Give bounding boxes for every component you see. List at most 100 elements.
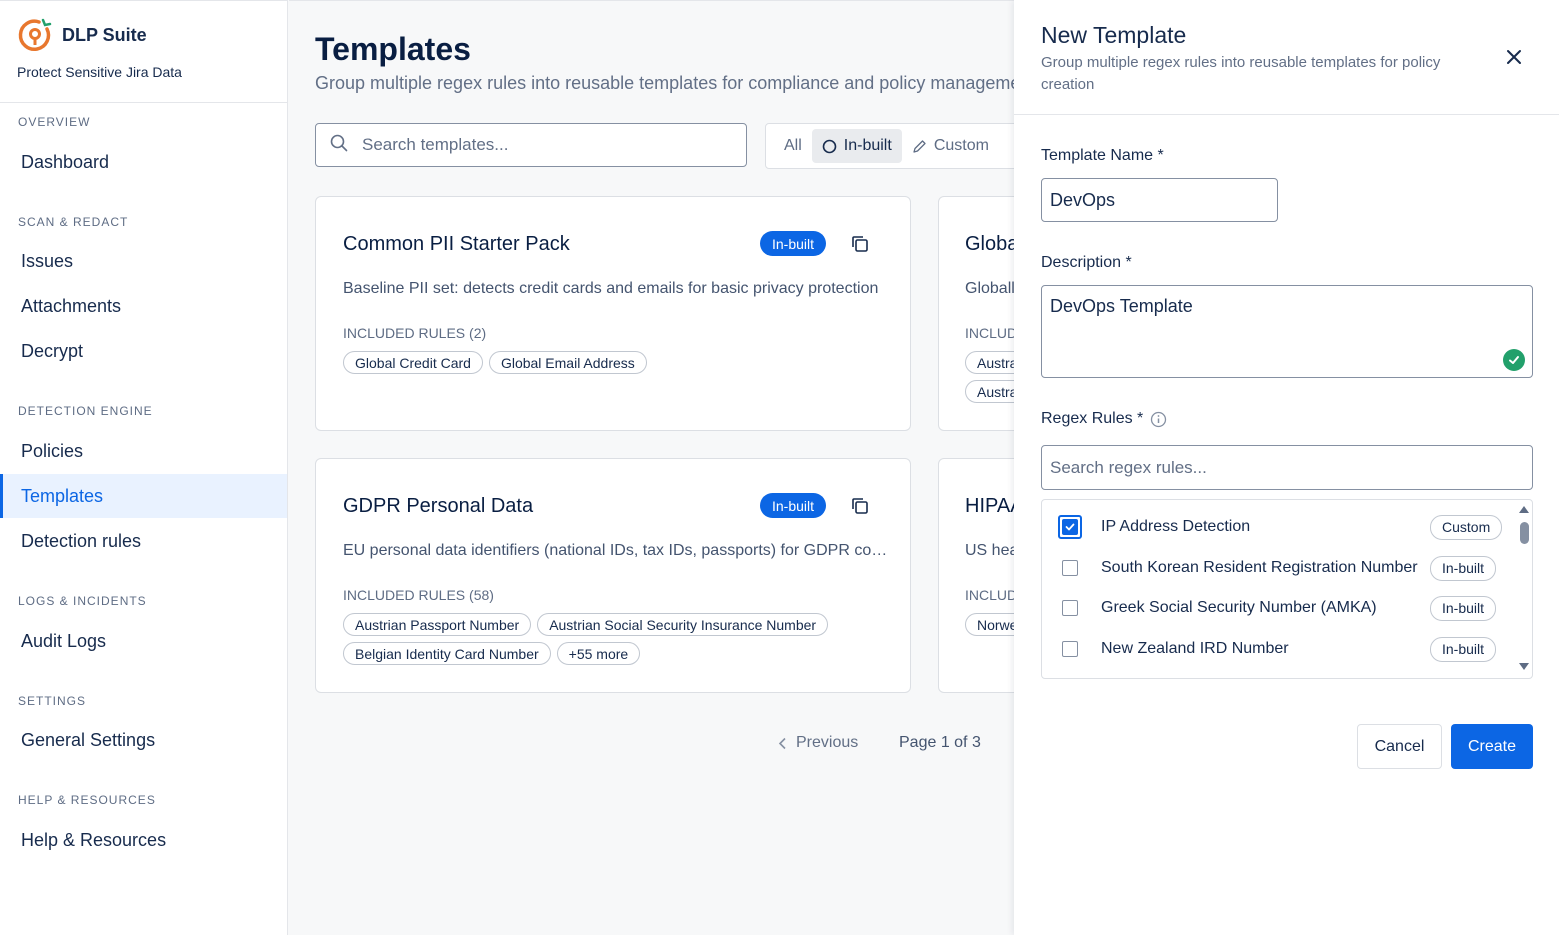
- copy-icon[interactable]: [849, 495, 871, 517]
- sidebar-item-dashboard[interactable]: Dashboard: [0, 140, 287, 184]
- regex-rules-label: Regex Rules *: [1041, 410, 1144, 427]
- rule-chip-list: Global Credit Card Global Email Address: [343, 351, 903, 374]
- rule-type-tag: Custom: [1430, 514, 1503, 540]
- template-search[interactable]: [315, 123, 747, 167]
- template-card-partial[interactable]: HIPAA US hea INCLUD Norwe: [938, 458, 1014, 693]
- section-logs-incidents: LOGS & INCIDENTS: [18, 594, 147, 608]
- create-button[interactable]: Create: [1451, 724, 1533, 769]
- template-card-title: GDPR Personal Data: [343, 495, 534, 517]
- regex-rule-row[interactable]: New Zealand IRD Number In-built: [1042, 629, 1512, 669]
- inbuilt-badge: In-built: [760, 493, 827, 518]
- app-subtitle: Protect Sensitive Jira Data: [17, 64, 182, 80]
- checkbox[interactable]: [1062, 641, 1078, 657]
- sidebar-item-general-settings[interactable]: General Settings: [0, 718, 287, 762]
- template-card-title: HIPAA: [965, 495, 1014, 517]
- template-card-description: Baseline PII set: detects credit cards a…: [343, 280, 879, 297]
- search-input[interactable]: [362, 135, 702, 155]
- page-indicator: Page 1 of 3: [899, 734, 981, 751]
- drawer-subtitle: Group multiple regex rules into reusable…: [1041, 54, 1441, 93]
- rule-type-tag: In-built: [1430, 636, 1497, 662]
- rule-chip: Belgian Identity Card Number: [343, 642, 551, 665]
- regex-rule-row[interactable]: Greek Social Security Number (AMKA) In-b…: [1042, 588, 1512, 628]
- included-rules-label: INCLUD: [965, 325, 1014, 341]
- template-card-description: EU personal data identifiers (national I…: [343, 542, 888, 559]
- rule-chip: Norwe: [965, 613, 1014, 636]
- page-title: Templates: [315, 31, 471, 67]
- filter-inbuilt[interactable]: In-built: [811, 129, 902, 163]
- template-name-input[interactable]: [1041, 178, 1278, 222]
- checkbox[interactable]: [1062, 560, 1078, 576]
- description-label: Description *: [1041, 254, 1132, 271]
- section-overview: OVERVIEW: [18, 115, 91, 129]
- regex-rule-row[interactable]: IP Address Detection Custom: [1042, 507, 1512, 547]
- rule-type-tag: In-built: [1430, 555, 1497, 581]
- more-rules-chip[interactable]: +55 more: [556, 642, 641, 665]
- sidebar-item-help-resources[interactable]: Help & Resources: [0, 818, 287, 862]
- section-scan-redact: SCAN & REDACT: [18, 215, 129, 229]
- sidebar-item-issues[interactable]: Issues: [0, 239, 287, 283]
- checkbox-checked[interactable]: [1058, 515, 1082, 539]
- scrollbar[interactable]: [1515, 500, 1532, 678]
- info-icon[interactable]: [1150, 411, 1167, 428]
- regex-rules-search-input[interactable]: [1041, 445, 1533, 490]
- section-settings: SETTINGS: [18, 694, 87, 708]
- pencil-icon: [912, 139, 927, 154]
- copy-icon[interactable]: [849, 233, 871, 255]
- page-subtitle: Group multiple regex rules into reusable…: [315, 73, 1014, 93]
- template-card-title: Globa: [965, 233, 1014, 255]
- sidebar: DLP Suite Protect Sensitive Jira Data OV…: [0, 0, 288, 935]
- checkbox[interactable]: [1062, 600, 1078, 616]
- filter-inbuilt-label: In-built: [843, 137, 892, 154]
- drawer-header: New Template Group multiple regex rules …: [1014, 0, 1559, 115]
- template-card-description: US hea: [965, 542, 1014, 559]
- template-card-description: Globall: [965, 280, 1014, 297]
- section-detection-engine: DETECTION ENGINE: [18, 404, 153, 418]
- regex-rule-name: Greek Social Security Number (AMKA): [1101, 599, 1377, 616]
- rule-chip: Global Credit Card: [343, 351, 483, 374]
- template-card-partial[interactable]: Globa Globall INCLUD Austra Austra: [938, 196, 1014, 431]
- dlp-logo-icon: [17, 17, 53, 53]
- app-name: DLP Suite: [62, 24, 147, 45]
- section-help-resources: HELP & RESOURCES: [18, 793, 156, 807]
- rule-chip: Austrian Social Security Insurance Numbe…: [537, 613, 829, 636]
- template-filter-group: All In-built Custom: [765, 123, 1014, 169]
- close-icon[interactable]: [1503, 46, 1525, 68]
- filter-custom-label: Custom: [933, 137, 989, 154]
- regex-rules-label-row: Regex Rules *: [1041, 410, 1167, 428]
- sidebar-item-attachments[interactable]: Attachments: [0, 284, 287, 328]
- template-card-title: Common PII Starter Pack: [343, 233, 570, 255]
- sidebar-item-detection-rules[interactable]: Detection rules: [0, 519, 287, 563]
- inbuilt-badge: In-built: [760, 231, 827, 256]
- regex-rule-name: New Zealand IRD Number: [1101, 640, 1289, 657]
- filter-all[interactable]: All: [774, 129, 812, 163]
- chevron-left-icon: [778, 737, 787, 750]
- rule-chip: Austra: [965, 380, 1014, 403]
- previous-page-button[interactable]: Previous: [778, 734, 858, 752]
- regex-rule-name: IP Address Detection: [1101, 518, 1251, 535]
- rule-type-tag: In-built: [1430, 595, 1497, 621]
- filter-custom[interactable]: Custom: [902, 129, 999, 163]
- cancel-button[interactable]: Cancel: [1357, 724, 1442, 769]
- sidebar-item-templates[interactable]: Templates: [0, 474, 287, 518]
- regex-rule-row[interactable]: South Korean Resident Registration Numbe…: [1042, 548, 1512, 588]
- sidebar-item-policies[interactable]: Policies: [0, 429, 287, 473]
- description-textarea[interactable]: DevOps Template: [1041, 285, 1533, 378]
- included-rules-label: INCLUDED RULES (58): [343, 587, 494, 603]
- sidebar-item-decrypt[interactable]: Decrypt: [0, 329, 287, 373]
- check-valid-icon: [1503, 349, 1525, 371]
- sidebar-item-audit-logs[interactable]: Audit Logs: [0, 619, 287, 663]
- drawer-title: New Template: [1041, 22, 1187, 48]
- template-card[interactable]: Common PII Starter Pack In-built Baselin…: [315, 196, 911, 431]
- template-card[interactable]: GDPR Personal Data In-built EU personal …: [315, 458, 911, 693]
- regex-rule-name: South Korean Resident Registration Numbe…: [1101, 559, 1418, 576]
- included-rules-label: INCLUD: [965, 587, 1014, 603]
- new-template-drawer: New Template Group multiple regex rules …: [1014, 0, 1559, 935]
- main-content: Templates Group multiple regex rules int…: [289, 0, 1014, 935]
- rule-chip: Austra: [965, 351, 1014, 374]
- included-rules-label: INCLUDED RULES (2): [343, 325, 487, 341]
- rule-chip: Austrian Passport Number: [343, 613, 532, 636]
- template-name-label: Template Name *: [1041, 147, 1164, 164]
- circle-icon: [822, 139, 837, 154]
- rule-chip-list: Austrian Passport Number Austrian Social…: [343, 613, 903, 665]
- previous-label: Previous: [796, 734, 859, 751]
